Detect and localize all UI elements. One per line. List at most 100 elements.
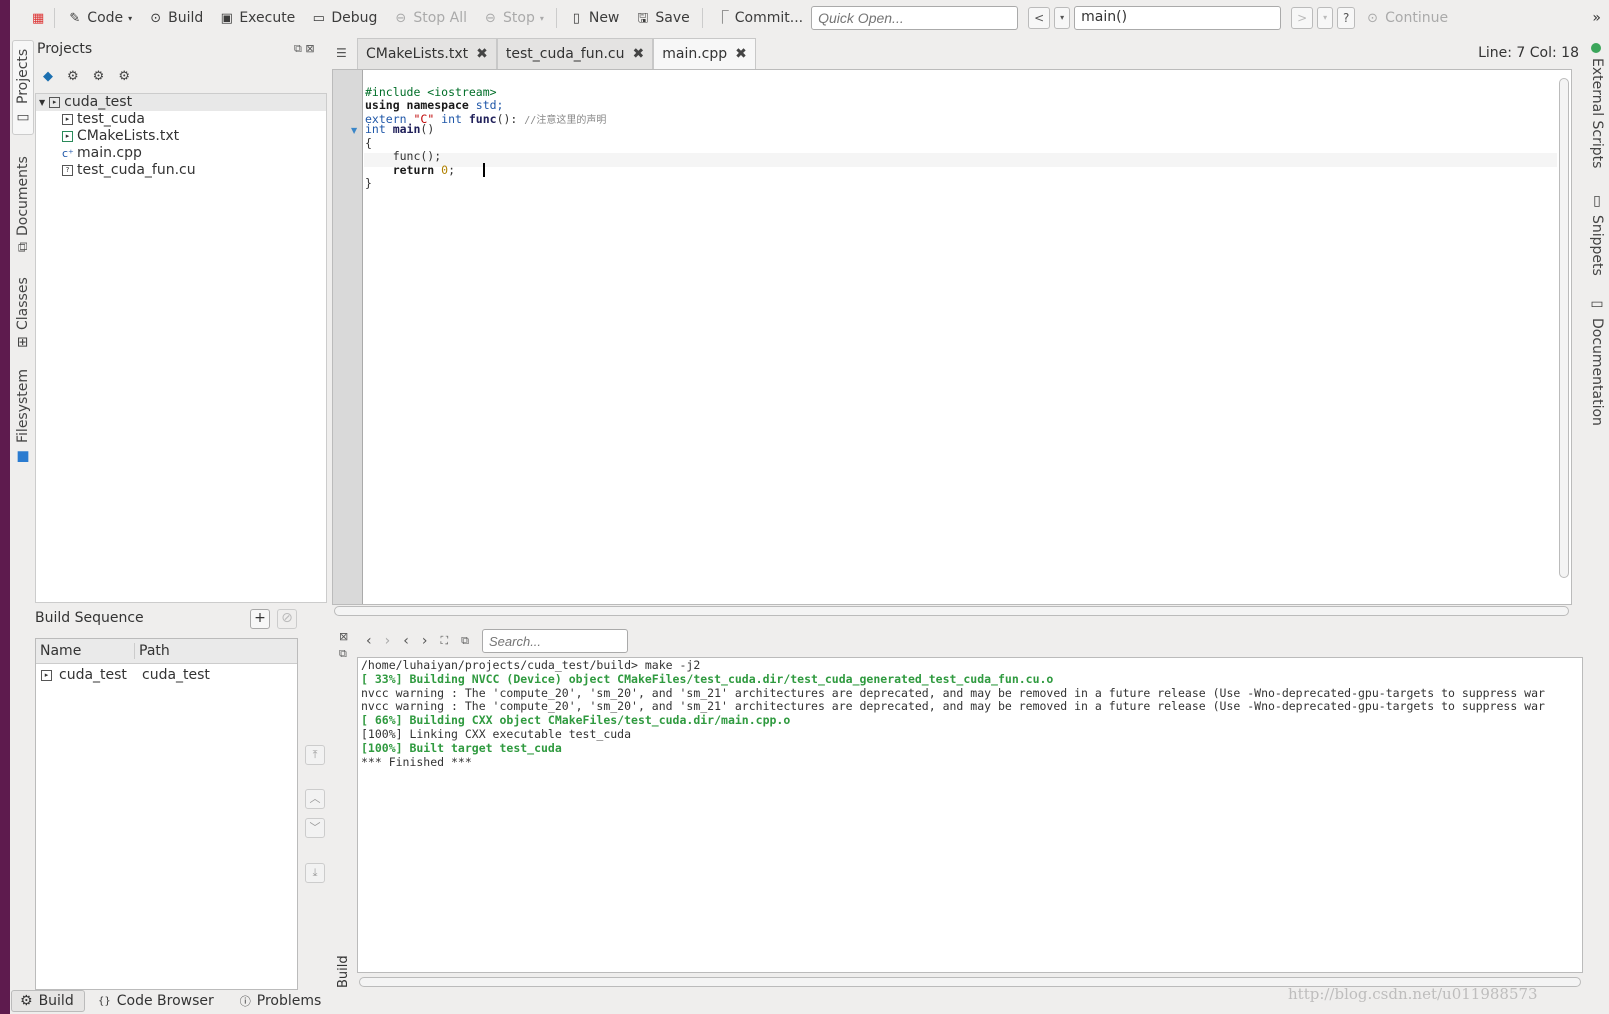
debug-icon: ▭ <box>312 10 325 26</box>
stop-icon: ⊖ <box>485 10 496 26</box>
tab-documents[interactable]: ⧉ Documents <box>12 152 34 257</box>
tab-snippets[interactable]: ▯ Snippets <box>1586 193 1608 276</box>
tab-external-scripts[interactable]: External Scripts <box>1586 58 1608 168</box>
editor-horizontal-scrollbar[interactable] <box>334 606 1569 616</box>
gear-icon[interactable]: ⚙ <box>118 69 130 84</box>
build-panel-label: Build <box>336 955 351 988</box>
first-item-icon[interactable]: ‹ <box>403 633 409 649</box>
copy-icon[interactable]: ⧉ <box>461 634 469 648</box>
close-tab-icon[interactable]: ✖ <box>633 46 645 62</box>
move-top-button[interactable]: ⤒ <box>305 745 325 765</box>
tab-cmakelists[interactable]: CMakeLists.txt ✖ <box>357 38 497 69</box>
braces-icon: {} <box>98 995 111 1007</box>
build-output[interactable]: /home/luhaiyan/projects/cuda_test/build>… <box>357 657 1583 973</box>
gear-icon: ⚙ <box>20 993 33 1009</box>
execute-button[interactable]: ▣ Execute <box>211 4 303 32</box>
new-button[interactable]: ▯ New <box>561 4 628 32</box>
locate-icon[interactable]: ◆ <box>43 69 53 84</box>
project-icon: ▸ <box>41 669 52 681</box>
output-search-input[interactable] <box>482 629 628 653</box>
commit-button[interactable]: ⎾ Commit... <box>707 4 811 32</box>
tree-item[interactable]: ? test_cuda_fun.cu <box>36 162 326 179</box>
tab-filesystem[interactable]: ■ Filesystem <box>12 368 34 465</box>
code-button[interactable]: ✎ Code ▾ <box>59 4 140 32</box>
editor-gutter: ▼ <box>333 70 363 604</box>
toolbar-overflow-button[interactable]: » <box>1592 10 1601 26</box>
output-line: [100%] Built target test_cuda <box>361 740 562 755</box>
tab-classes[interactable]: ⊞ Classes <box>12 275 34 350</box>
close-tab-icon[interactable]: ✖ <box>735 46 747 62</box>
back-dropdown[interactable]: ▾ <box>1054 7 1071 29</box>
continue-button[interactable]: ⊙ Continue <box>1357 4 1456 32</box>
vertical-scrollbar[interactable] <box>1559 78 1569 578</box>
forward-button[interactable]: > <box>1291 7 1314 29</box>
column-header-path[interactable]: Path <box>135 643 170 659</box>
move-up-button[interactable]: ︿ <box>305 789 325 809</box>
column-header-name[interactable]: Name <box>36 643 135 659</box>
build-sequence-list: Name Path ▸ cuda_test cuda_test <box>35 638 298 990</box>
bottom-tabs: ⚙ Build {} Code Browser ⓘ Problems <box>11 990 329 1012</box>
output-line: [100%] Linking CXX executable test_cuda <box>361 726 632 741</box>
tab-problems[interactable]: ⓘ Problems <box>232 990 330 1012</box>
tree-item[interactable]: ▸ CMakeLists.txt <box>36 128 326 145</box>
plus-icon: + <box>254 610 266 626</box>
remove-button[interactable]: ⊘ <box>277 609 297 629</box>
status-indicator-icon <box>1591 43 1601 53</box>
expand-icon[interactable]: ⛶ <box>440 634 448 648</box>
forward-dropdown[interactable]: ▾ <box>1317 7 1334 29</box>
quick-open-input[interactable] <box>811 6 1019 30</box>
new-file-icon: ▯ <box>572 10 580 26</box>
output-line: [ 66%] Building CXX object CMakeFiles/te… <box>361 713 791 728</box>
context-field[interactable]: main() <box>1074 6 1282 30</box>
add-button[interactable]: + <box>250 609 270 629</box>
tree-item[interactable]: c⁺ main.cpp <box>36 145 326 162</box>
tab-main-cpp[interactable]: main.cpp ✖ <box>653 38 756 69</box>
tab-test-cuda-fun[interactable]: test_cuda_fun.cu ✖ <box>496 38 654 69</box>
gear-icon[interactable]: ⚙ <box>93 69 105 84</box>
hint-button[interactable]: ? <box>1337 7 1356 29</box>
tree-item[interactable]: ▸ test_cuda <box>36 111 326 128</box>
projects-panel-controls: ⧉ ⊠ <box>294 42 315 56</box>
documentation-icon: ▭ <box>1589 296 1605 312</box>
stop-button[interactable]: ⊖ Stop ▾ <box>475 4 552 32</box>
close-panel-icon[interactable]: ⊠ <box>305 42 314 55</box>
commit-icon: ⎾ <box>715 10 729 26</box>
table-row[interactable]: ▸ cuda_test cuda_test <box>36 664 297 686</box>
code-editor[interactable]: ▼ #include <iostream> using namespace std… <box>332 69 1572 605</box>
build-icon: ⊙ <box>150 10 162 26</box>
tab-build[interactable]: ⚙ Build <box>11 990 85 1012</box>
output-panel-controls: ⊠ ⧉ <box>339 628 348 662</box>
projects-icon: ▭ <box>15 110 31 127</box>
tab-documentation[interactable]: ▭ Documentation <box>1586 296 1608 426</box>
close-panel-icon[interactable]: ⊠ <box>339 628 348 645</box>
gear-icon[interactable]: ⚙ <box>67 69 79 84</box>
project-tree: ▼ ▸ cuda_test ▸ test_cuda ▸ CMakeLists.txt c… <box>35 93 327 603</box>
output-line: nvcc warning : The 'compute_20', 'sm_20'… <box>361 685 1545 700</box>
debug-button[interactable]: ▭ Debug <box>303 4 385 32</box>
back-button[interactable]: < <box>1028 7 1051 29</box>
cmake-file-icon: ▸ <box>62 131 73 142</box>
fold-arrow-icon[interactable]: ▼ <box>351 126 357 135</box>
close-tab-icon[interactable]: ✖ <box>476 46 488 62</box>
float-icon[interactable]: ⧉ <box>339 645 348 662</box>
document-list-icon[interactable]: ☰ <box>336 46 347 60</box>
projects-title: Projects <box>37 41 93 57</box>
cursor-position: Line: 7 Col: 18 <box>1478 45 1579 61</box>
move-bottom-button[interactable]: ⤓ <box>305 863 325 883</box>
float-icon[interactable]: ⧉ <box>294 42 302 55</box>
projects-toolbar: ◆ ⚙ ⚙ ⚙ <box>43 69 130 84</box>
next-icon[interactable]: › <box>385 633 391 649</box>
tab-projects[interactable]: ▭ Projects <box>12 40 34 135</box>
last-item-icon[interactable]: › <box>422 633 428 649</box>
move-down-button[interactable]: ﹀ <box>305 818 325 838</box>
stop-all-button[interactable]: ⊖ Stop All <box>385 4 475 32</box>
save-button[interactable]: 🖫 Save <box>627 4 697 32</box>
app-menu-icon[interactable]: ▦ <box>32 11 44 26</box>
build-button[interactable]: ⊙ Build <box>140 4 211 32</box>
tree-item-root[interactable]: ▼ ▸ cuda_test <box>36 94 326 111</box>
output-toolbar: ‹ › ‹ › ⛶ ⧉ <box>366 629 628 653</box>
continue-icon: ⊙ <box>1367 10 1379 26</box>
save-icon: 🖫 <box>637 10 649 26</box>
tab-code-browser[interactable]: {} Code Browser <box>90 990 222 1012</box>
previous-icon[interactable]: ‹ <box>366 633 372 649</box>
